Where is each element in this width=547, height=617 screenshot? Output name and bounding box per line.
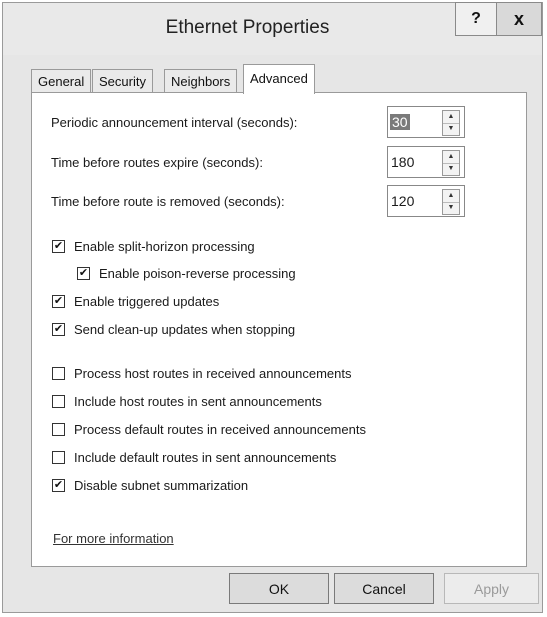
periodic-interval-stepper[interactable]: 30 ▲ ▼ xyxy=(387,106,465,138)
route-removed-stepper[interactable]: 120 ▲ ▼ xyxy=(387,185,465,217)
checkbox-label: Process host routes in received announce… xyxy=(74,366,352,381)
checkbox-label: Enable poison-reverse processing xyxy=(99,266,296,281)
close-button[interactable]: x xyxy=(496,2,542,36)
checkbox-checked-icon[interactable]: ✔ xyxy=(77,267,90,280)
checkbox-label: Disable subnet summarization xyxy=(74,478,249,493)
route-removed-arrows[interactable]: ▲ ▼ xyxy=(442,189,460,215)
cancel-button[interactable]: Cancel xyxy=(334,573,434,604)
triggered-updates-checkbox[interactable]: ✔ Enable triggered updates xyxy=(52,294,219,309)
route-removed-value[interactable]: 120 xyxy=(391,193,414,209)
spin-down-icon[interactable]: ▼ xyxy=(443,202,459,214)
checkbox-label: Include default routes in sent announcem… xyxy=(74,450,337,465)
routes-expire-stepper[interactable]: 180 ▲ ▼ xyxy=(387,146,465,178)
disable-summarization-checkbox[interactable]: ✔ Disable subnet summarization xyxy=(52,478,248,493)
spin-down-icon[interactable]: ▼ xyxy=(443,163,459,175)
periodic-interval-arrows[interactable]: ▲ ▼ xyxy=(442,110,460,136)
checkbox-label: Include host routes in sent announcement… xyxy=(74,394,322,409)
tab-advanced[interactable]: Advanced xyxy=(243,64,315,94)
more-information-link[interactable]: For more information xyxy=(53,531,174,546)
checkbox-label: Send clean-up updates when stopping xyxy=(74,322,296,337)
window-title: Ethernet Properties xyxy=(165,17,330,38)
checkbox-label: Process default routes in received annou… xyxy=(74,422,366,437)
dialog-window: Ethernet Properties ? x General Security… xyxy=(2,2,543,613)
route-removed-label: Time before route is removed (seconds): xyxy=(51,194,285,209)
poison-reverse-checkbox[interactable]: ✔ Enable poison-reverse processing xyxy=(77,266,296,281)
checkbox-checked-icon[interactable]: ✔ xyxy=(52,323,65,336)
help-button[interactable]: ? xyxy=(455,2,497,36)
split-horizon-checkbox[interactable]: ✔ Enable split-horizon processing xyxy=(52,239,255,254)
routes-expire-arrows[interactable]: ▲ ▼ xyxy=(442,150,460,176)
checkbox-checked-icon[interactable]: ✔ xyxy=(52,240,65,253)
include-default-routes-checkbox[interactable]: Include default routes in sent announcem… xyxy=(52,450,336,465)
routes-expire-label: Time before routes expire (seconds): xyxy=(51,155,263,170)
checkbox-label: Enable triggered updates xyxy=(74,294,220,309)
tab-security[interactable]: Security xyxy=(92,69,153,93)
checkbox-label: Enable split-horizon processing xyxy=(74,239,255,254)
checkbox-unchecked-icon[interactable] xyxy=(52,423,65,436)
checkbox-checked-icon[interactable]: ✔ xyxy=(52,295,65,308)
periodic-interval-label: Periodic announcement interval (seconds)… xyxy=(51,115,298,130)
tab-general[interactable]: General xyxy=(31,69,92,93)
periodic-interval-value[interactable]: 30 xyxy=(390,114,410,130)
checkbox-unchecked-icon[interactable] xyxy=(52,451,65,464)
advanced-panel: Periodic announcement interval (seconds)… xyxy=(31,92,527,567)
routes-expire-value[interactable]: 180 xyxy=(391,154,414,170)
process-default-routes-checkbox[interactable]: Process default routes in received annou… xyxy=(52,422,366,437)
process-host-routes-checkbox[interactable]: Process host routes in received announce… xyxy=(52,366,352,381)
apply-button[interactable]: Apply xyxy=(444,573,539,604)
spin-down-icon[interactable]: ▼ xyxy=(443,123,459,135)
checkbox-checked-icon[interactable]: ✔ xyxy=(52,479,65,492)
tab-neighbors[interactable]: Neighbors xyxy=(164,69,238,93)
checkbox-unchecked-icon[interactable] xyxy=(52,367,65,380)
ok-button[interactable]: OK xyxy=(229,573,329,604)
checkbox-unchecked-icon[interactable] xyxy=(52,395,65,408)
title-bar: Ethernet Properties ? x xyxy=(3,2,542,55)
clean-up-updates-checkbox[interactable]: ✔ Send clean-up updates when stopping xyxy=(52,322,295,337)
include-host-routes-checkbox[interactable]: Include host routes in sent announcement… xyxy=(52,394,322,409)
